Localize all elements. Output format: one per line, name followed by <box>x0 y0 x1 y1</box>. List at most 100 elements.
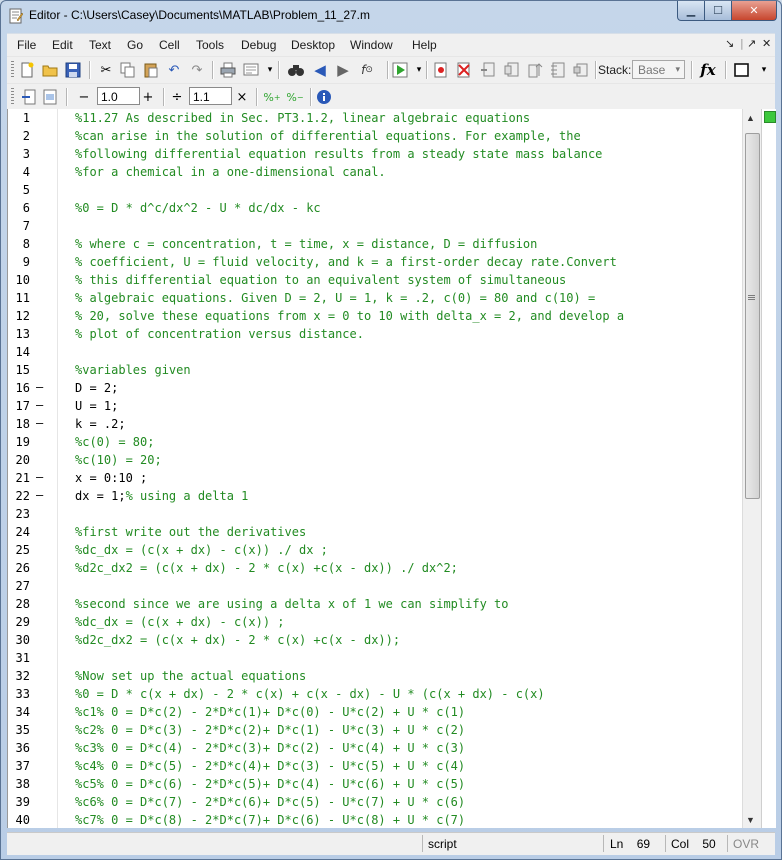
increment-button[interactable]: + <box>139 88 157 106</box>
code-line[interactable]: 19 %c(0) = 80; <box>8 433 762 451</box>
code-text[interactable]: %for a chemical in a one-dimensional can… <box>75 165 386 179</box>
code-line[interactable]: 37 %c4% 0 = D*c(5) - 2*D*c(4)+ D*c(3) - U… <box>8 757 762 775</box>
copy-icon[interactable] <box>119 61 137 79</box>
scale-value-input[interactable]: 1.1 <box>189 87 232 105</box>
redo-icon[interactable]: ↷ <box>188 61 206 79</box>
code-line[interactable]: 12 % 20, solve these equations from x = 0… <box>8 307 762 325</box>
close-doc-icon[interactable]: ✕ <box>762 37 771 50</box>
code-line[interactable]: 38 %c5% 0 = D*c(6) - 2*D*c(5)+ D*c(4) - U… <box>8 775 762 793</box>
code-text[interactable]: %c2% 0 = D*c(3) - 2*D*c(2)+ D*c(1) - U*c… <box>75 723 465 737</box>
code-text[interactable]: %can arise in the solution of differenti… <box>75 129 581 143</box>
code-text[interactable]: %c3% 0 = D*c(4) - 2*D*c(3)+ D*c(2) - U*c… <box>75 741 465 755</box>
code-line[interactable]: 14 <box>8 343 762 361</box>
code-line[interactable]: 33 %0 = D * c(x + dx) - 2 * c(x) + c(x - … <box>8 685 762 703</box>
code-text[interactable]: %c7% 0 = D*c(8) - 2*D*c(7)+ D*c(6) - U*c… <box>75 813 465 827</box>
stack-dropdown[interactable]: Base ▾ <box>632 60 685 79</box>
code-text[interactable]: %d2c_dx2 = (c(x + dx) - 2 * c(x) +c(x - … <box>75 633 400 647</box>
back-arrow-icon[interactable]: ◀ <box>311 61 329 79</box>
insert-function-icon[interactable]: fx <box>697 61 719 79</box>
multiply-button[interactable]: × <box>233 88 251 106</box>
code-text[interactable]: x = 0:10 ; <box>75 471 147 485</box>
step-icon[interactable] <box>479 61 497 79</box>
code-line[interactable]: 21– x = 0:10 ; <box>8 469 762 487</box>
code-text[interactable]: %c1% 0 = D*c(2) - 2*D*c(1)+ D*c(0) - U*c… <box>75 705 465 719</box>
code-line[interactable]: 18– k = .2; <box>8 415 762 433</box>
scroll-thumb[interactable] <box>745 133 760 499</box>
comment-icon[interactable] <box>242 61 260 79</box>
paste-icon[interactable] <box>142 61 160 79</box>
code-line[interactable]: 31 <box>8 649 762 667</box>
code-line[interactable]: 7 <box>8 217 762 235</box>
code-line[interactable]: 34 %c1% 0 = D*c(2) - 2*D*c(1)+ D*c(0) - U… <box>8 703 762 721</box>
code-line[interactable]: 36 %c3% 0 = D*c(4) - 2*D*c(3)+ D*c(2) - U… <box>8 739 762 757</box>
code-text[interactable]: dx = 1;% using a delta 1 <box>75 489 248 503</box>
code-text[interactable]: %c(10) = 20; <box>75 453 162 467</box>
code-line[interactable]: 40 %c7% 0 = D*c(8) - 2*D*c(7)+ D*c(6) - U… <box>8 811 762 829</box>
code-line[interactable]: 2 %can arise in the solution of different… <box>8 127 762 145</box>
vertical-scrollbar[interactable]: ▲ ▼ <box>742 109 761 828</box>
print-icon[interactable] <box>219 61 237 79</box>
minimize-button[interactable]: ▁ <box>677 1 705 21</box>
code-line[interactable]: 13 % plot of concentration versus distanc… <box>8 325 762 343</box>
insert-cell-divider-icon[interactable] <box>20 88 38 106</box>
set-breakpoint-icon[interactable] <box>432 61 450 79</box>
breakpoint-marker[interactable]: – <box>36 380 43 394</box>
code-text[interactable]: %Now set up the actual equations <box>75 669 306 683</box>
code-line[interactable]: 6 %0 = D * d^c/dx^2 - U * dc/dx - kc <box>8 199 762 217</box>
title-bar[interactable]: Editor - C:\Users\Casey\Documents\MATLAB… <box>1 1 781 31</box>
code-line[interactable]: 8 % where c = concentration, t = time, x … <box>8 235 762 253</box>
code-text[interactable]: D = 2; <box>75 381 118 395</box>
code-line[interactable]: 25 %dc_dx = (c(x + dx) - c(x)) ./ dx ; <box>8 541 762 559</box>
code-line[interactable]: 5 <box>8 181 762 199</box>
code-line[interactable]: 28 %second since we are using a delta x o… <box>8 595 762 613</box>
code-text[interactable]: %dc_dx = (c(x + dx) - c(x)) ; <box>75 615 285 629</box>
code-text[interactable]: U = 1; <box>75 399 118 413</box>
code-text[interactable]: %first write out the derivatives <box>75 525 306 539</box>
menu-file[interactable]: File <box>17 38 36 52</box>
code-line[interactable]: 29 %dc_dx = (c(x + dx) - c(x)) ; <box>8 613 762 631</box>
maximize-button[interactable]: ☐ <box>705 1 732 21</box>
code-line[interactable]: 27 <box>8 577 762 595</box>
code-text[interactable]: % 20, solve these equations from x = 0 t… <box>75 309 624 323</box>
code-line[interactable]: 30 %d2c_dx2 = (c(x + dx) - 2 * c(x) +c(x … <box>8 631 762 649</box>
clear-breakpoints-icon[interactable] <box>455 61 473 79</box>
menu-debug[interactable]: Debug <box>241 38 276 52</box>
code-text[interactable]: k = .2; <box>75 417 126 431</box>
code-line[interactable]: 20 %c(10) = 20; <box>8 451 762 469</box>
run-icon[interactable] <box>391 61 409 79</box>
code-line[interactable]: 4 %for a chemical in a one-dimensional ca… <box>8 163 762 181</box>
layout-icon[interactable] <box>733 61 751 79</box>
breakpoint-marker[interactable]: – <box>36 416 43 430</box>
uncomment-percent-icon[interactable]: % − <box>285 88 305 106</box>
code-text[interactable]: %c6% 0 = D*c(7) - 2*D*c(6)+ D*c(5) - U*c… <box>75 795 465 809</box>
scroll-down-arrow-icon[interactable]: ▼ <box>746 815 755 825</box>
code-text[interactable]: %c(0) = 80; <box>75 435 154 449</box>
code-line[interactable]: 16– D = 2; <box>8 379 762 397</box>
evaluate-cell-icon[interactable] <box>42 88 60 106</box>
step-out-icon[interactable] <box>526 61 544 79</box>
menu-go[interactable]: Go <box>127 38 143 52</box>
menu-text[interactable]: Text <box>89 38 111 52</box>
code-text[interactable]: %11.27 As described in Sec. PT3.1.2, lin… <box>75 111 530 125</box>
code-text[interactable]: %c5% 0 = D*c(6) - 2*D*c(5)+ D*c(4) - U*c… <box>75 777 465 791</box>
help-info-icon[interactable] <box>315 88 333 106</box>
menu-help[interactable]: Help <box>412 38 437 52</box>
code-line[interactable]: 17– U = 1; <box>8 397 762 415</box>
breakpoint-marker[interactable]: – <box>36 398 43 412</box>
undo-icon[interactable]: ↶ <box>165 61 183 79</box>
breakpoint-marker[interactable]: – <box>36 488 43 502</box>
code-text[interactable]: %second since we are using a delta x of … <box>75 597 508 611</box>
menu-edit[interactable]: Edit <box>52 38 73 52</box>
code-line[interactable]: 39 %c6% 0 = D*c(7) - 2*D*c(6)+ D*c(5) - U… <box>8 793 762 811</box>
menu-window[interactable]: Window <box>350 38 393 52</box>
find-binoculars-icon[interactable] <box>287 61 305 79</box>
function-browser-icon[interactable]: f ⊙ <box>358 61 376 79</box>
forward-arrow-icon[interactable]: ▶ <box>334 61 352 79</box>
code-text[interactable]: %c4% 0 = D*c(5) - 2*D*c(4)+ D*c(3) - U*c… <box>75 759 465 773</box>
code-text[interactable]: % this differential equation to an equiv… <box>75 273 566 287</box>
cut-icon[interactable]: ✂ <box>97 61 115 79</box>
code-line[interactable]: 15 %variables given <box>8 361 762 379</box>
breakpoint-marker[interactable]: – <box>36 470 43 484</box>
code-line[interactable]: 23 <box>8 505 762 523</box>
code-line[interactable]: 9 % coefficient, U = fluid velocity, and … <box>8 253 762 271</box>
